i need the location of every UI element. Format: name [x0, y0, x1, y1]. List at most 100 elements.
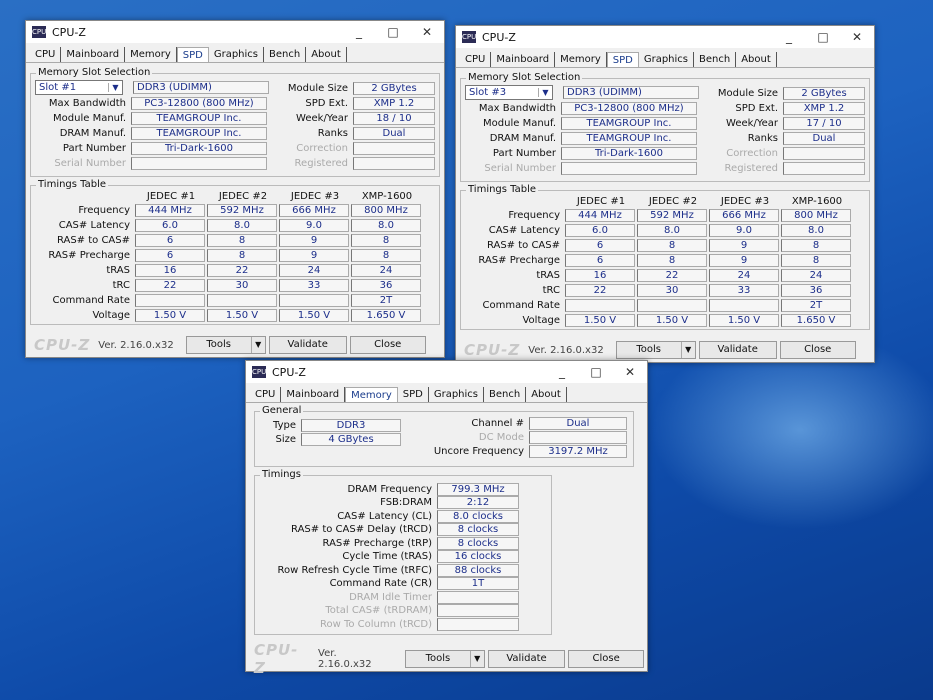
- timing-label: Command Rate: [482, 299, 560, 311]
- chevron-down-icon[interactable]: ▼: [469, 651, 484, 667]
- tab-spd[interactable]: SPD: [606, 52, 639, 67]
- field-value: XMP 1.2: [783, 101, 865, 115]
- timing-label: tRC: [542, 284, 560, 296]
- group-title: General: [260, 405, 304, 416]
- chevron-down-icon[interactable]: ▼: [680, 342, 695, 358]
- timing-label: CAS# Latency: [58, 219, 130, 231]
- timing-value: 1.650 V: [351, 308, 421, 322]
- timing-label: RAS# Precharge (tRP): [322, 537, 432, 549]
- close-window-button[interactable]: ✕: [613, 365, 647, 379]
- field-label: Max Bandwidth: [48, 97, 126, 109]
- tab-graphics[interactable]: Graphics: [209, 47, 265, 62]
- timing-value: 30: [637, 283, 707, 297]
- timing-value: 8.0: [637, 223, 707, 237]
- tab-about[interactable]: About: [736, 52, 777, 67]
- timing-value: 24: [709, 268, 779, 282]
- minimize-button[interactable]: _: [342, 25, 376, 39]
- field-value: Dual: [353, 126, 435, 140]
- timing-value: 88 clocks: [437, 563, 519, 577]
- tab-cpu[interactable]: CPU: [30, 47, 62, 62]
- timing-row: DRAM Idle Timer: [255, 590, 519, 604]
- tools-button[interactable]: Tools ▼: [405, 650, 485, 668]
- maximize-button[interactable]: □: [376, 25, 410, 39]
- field-value: 17 / 10: [783, 116, 865, 130]
- validate-button[interactable]: Validate: [698, 341, 777, 359]
- memory-type: DDR3 (UDIMM): [563, 86, 699, 99]
- field-value: 18 / 10: [353, 111, 435, 125]
- group-title: Timings Table: [466, 184, 539, 195]
- general-row: Uncore Frequency 3197.2 MHz: [405, 444, 627, 458]
- timing-row: RAS# Precharge 6 8 9 8: [31, 248, 423, 262]
- slot-select[interactable]: Slot #3 ▼: [465, 85, 553, 100]
- tab-bench[interactable]: Bench: [264, 47, 307, 62]
- column-header: JEDEC #3: [290, 190, 340, 202]
- chevron-down-icon[interactable]: ▼: [108, 83, 122, 92]
- tools-button[interactable]: Tools ▼: [185, 336, 266, 354]
- minimize-button[interactable]: _: [545, 365, 579, 379]
- close-button[interactable]: Close: [568, 650, 644, 668]
- field-label: Registered: [724, 162, 778, 174]
- field-label: Uncore Frequency: [433, 445, 524, 457]
- title-bar: CPU CPU-Z _ □ ✕: [26, 21, 444, 43]
- tab-mainboard[interactable]: Mainboard: [61, 47, 126, 62]
- timing-label: Total CAS# (tRDRAM): [325, 605, 432, 616]
- tab-bench[interactable]: Bench: [694, 52, 737, 67]
- tools-button[interactable]: Tools ▼: [615, 341, 696, 359]
- slot-select[interactable]: Slot #1 ▼: [35, 80, 123, 95]
- chevron-down-icon[interactable]: ▼: [538, 88, 552, 97]
- tab-mainboard[interactable]: Mainboard: [491, 52, 556, 67]
- field-label: DRAM Manuf.: [59, 127, 126, 139]
- validate-button[interactable]: Validate: [487, 650, 566, 668]
- tab-cpu[interactable]: CPU: [460, 52, 492, 67]
- minimize-button[interactable]: _: [772, 30, 806, 44]
- maximize-button[interactable]: □: [806, 30, 840, 44]
- timing-row: RAS# to CAS# 6 8 9 8: [461, 238, 853, 252]
- timing-value: 6.0: [565, 223, 635, 237]
- tab-memory[interactable]: Memory: [125, 47, 177, 62]
- field-label: Max Bandwidth: [478, 102, 556, 114]
- maximize-button[interactable]: □: [579, 365, 613, 379]
- validate-button[interactable]: Validate: [268, 336, 347, 354]
- timing-value: 9: [709, 238, 779, 252]
- tab-mainboard[interactable]: Mainboard: [281, 387, 346, 402]
- chevron-down-icon[interactable]: ▼: [250, 337, 265, 353]
- timing-value: 36: [781, 283, 851, 297]
- timing-row: Total CAS# (tRDRAM): [255, 604, 519, 618]
- tab-graphics[interactable]: Graphics: [429, 387, 485, 402]
- field-value: TEAMGROUP Inc.: [131, 126, 267, 140]
- close-window-button[interactable]: ✕: [410, 25, 444, 39]
- tab-spd[interactable]: SPD: [398, 387, 429, 402]
- field-label: Part Number: [62, 142, 126, 154]
- tab-about[interactable]: About: [526, 387, 567, 402]
- tab-graphics[interactable]: Graphics: [639, 52, 695, 67]
- tab-about[interactable]: About: [306, 47, 347, 62]
- tab-memory[interactable]: Memory: [345, 387, 398, 402]
- timing-value: 8 clocks: [437, 536, 519, 550]
- field-label: SPD Ext.: [735, 102, 778, 114]
- timings-header: JEDEC #1 JEDEC #2 JEDEC #3 XMP-1600: [565, 194, 853, 208]
- timing-value: 8: [637, 238, 707, 252]
- timing-value: [207, 293, 277, 307]
- close-window-button[interactable]: ✕: [840, 30, 874, 44]
- footer: CPU-Z Ver. 2.16.0.x32 Tools ▼ Validate Close: [26, 333, 444, 357]
- tab-bench[interactable]: Bench: [484, 387, 527, 402]
- tab-memory[interactable]: Memory: [555, 52, 607, 67]
- timing-value: [279, 293, 349, 307]
- field-value: 4 GBytes: [301, 432, 401, 446]
- field-value: DDR3: [301, 418, 401, 432]
- timing-value: 9: [279, 233, 349, 247]
- close-button[interactable]: Close: [349, 336, 426, 354]
- timing-value: 8: [351, 233, 421, 247]
- close-button[interactable]: Close: [779, 341, 856, 359]
- field-label: Module Manuf.: [483, 117, 556, 129]
- group-title: Timings Table: [36, 179, 109, 190]
- slot-info-row: Correction: [271, 141, 435, 155]
- timing-row: Frequency 444 MHz 592 MHz 666 MHz 800 MHz: [461, 208, 853, 222]
- cpu-z-app-icon: CPU: [462, 31, 477, 43]
- timing-label: tRAS: [536, 269, 560, 281]
- cpu-z-logo: CPU-Z: [464, 341, 521, 359]
- window-title: CPU-Z: [482, 30, 516, 44]
- timing-label: Command Rate (CR): [329, 578, 432, 589]
- tab-cpu[interactable]: CPU: [250, 387, 282, 402]
- tab-spd[interactable]: SPD: [176, 47, 209, 62]
